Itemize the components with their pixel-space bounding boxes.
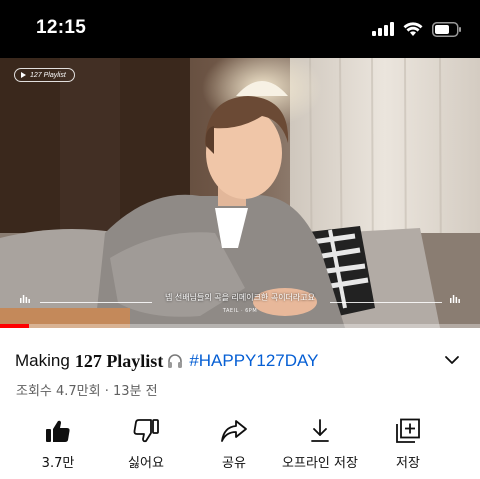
thumbs-down-icon bbox=[133, 419, 159, 443]
video-title-prefix: Making bbox=[15, 351, 70, 370]
video-frame bbox=[0, 58, 480, 328]
headphone-icon bbox=[168, 354, 183, 368]
like-count: 3.7만 bbox=[41, 456, 75, 471]
video-subtitle: 넵 선배님들의 곡을 리메이크한 곡이더라고요 bbox=[164, 293, 315, 302]
battery-icon bbox=[432, 21, 461, 37]
save-label: 저장 bbox=[396, 456, 420, 471]
chevron-down-icon[interactable] bbox=[444, 352, 460, 368]
thumbs-up-icon bbox=[46, 420, 70, 442]
action-row: 3.7만 싫어요 공유 오프라인 저장 저장 bbox=[0, 418, 480, 478]
video-subtitle-credit: TAEIL · 6PM bbox=[222, 308, 258, 314]
share-button[interactable]: 공유 bbox=[184, 418, 284, 478]
download-icon bbox=[311, 419, 329, 442]
dislike-label: 싫어요 bbox=[128, 456, 164, 471]
playlist-badge-label: 127 Playlist bbox=[30, 71, 66, 79]
video-player[interactable]: 127 Playlist 넵 선배님들의 곡을 리메이크한 곡이더라고요 TAE… bbox=[0, 58, 480, 328]
video-title-main: 127 Playlist bbox=[74, 350, 164, 371]
status-bar: 12:15 bbox=[0, 0, 480, 58]
video-meta: 조회수 4.7만회 · 13분 전 bbox=[16, 384, 158, 399]
playlist-badge: 127 Playlist bbox=[14, 68, 75, 82]
status-icons bbox=[372, 18, 462, 40]
like-button[interactable]: 3.7만 bbox=[8, 418, 108, 478]
hashtag-link[interactable]: #HAPPY127DAY bbox=[189, 351, 318, 371]
signal-icon bbox=[372, 22, 394, 36]
status-time: 12:15 bbox=[36, 17, 87, 38]
share-label: 공유 bbox=[222, 456, 246, 471]
wifi-icon bbox=[403, 21, 423, 36]
save-button[interactable]: 저장 bbox=[358, 418, 458, 478]
video-title[interactable]: Making 127 Playlist #HAPPY127DAY bbox=[15, 348, 455, 374]
dislike-button[interactable]: 싫어요 bbox=[96, 418, 196, 478]
progress-bar[interactable] bbox=[0, 324, 480, 328]
download-label: 오프라인 저장 bbox=[282, 456, 358, 471]
share-icon bbox=[221, 420, 247, 442]
download-button[interactable]: 오프라인 저장 bbox=[270, 418, 370, 478]
save-to-playlist-icon bbox=[396, 418, 420, 443]
progress-bar-fill bbox=[0, 324, 29, 328]
play-icon bbox=[21, 72, 26, 78]
